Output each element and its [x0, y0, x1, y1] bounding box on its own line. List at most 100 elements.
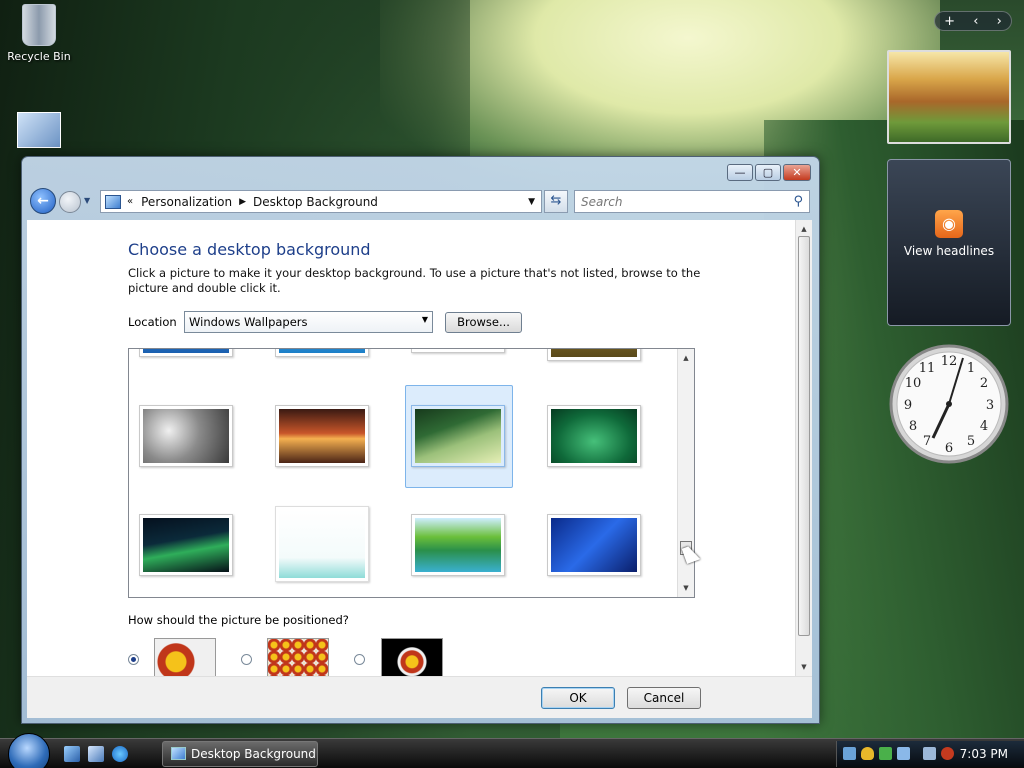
- taskbar: Desktop Background 7:03 PM: [0, 733, 1024, 768]
- recycle-bin-label: Recycle Bin: [7, 50, 71, 63]
- svg-text:1: 1: [967, 361, 975, 376]
- radio-fit-to-screen[interactable]: [128, 654, 139, 665]
- program-shortcut-icon: [17, 112, 61, 148]
- feed-headlines-gadget[interactable]: ◉ View headlines: [887, 159, 1011, 326]
- breadcrumb-desktop-background[interactable]: Desktop Background: [253, 195, 378, 209]
- tray-app-icon[interactable]: [897, 747, 910, 760]
- location-value: Windows Wallpapers: [189, 315, 308, 329]
- show-desktop-icon[interactable]: [64, 746, 80, 762]
- svg-text:10: 10: [905, 376, 922, 391]
- page-description: Click a picture to make it your desktop …: [128, 266, 701, 295]
- svg-text:2: 2: [980, 376, 988, 391]
- chevron-down-icon: ▼: [421, 315, 428, 324]
- recent-pages-dropdown[interactable]: ▼: [84, 196, 90, 205]
- svg-text:6: 6: [945, 441, 953, 456]
- slideshow-gadget[interactable]: [887, 50, 1011, 144]
- search-icon[interactable]: ⚲: [793, 194, 803, 209]
- navigation-bar: ← ▼ « Personalization ▶ Desktop Backgrou…: [28, 187, 814, 215]
- tray-clock[interactable]: 7:03 PM: [960, 747, 1008, 761]
- search-placeholder: Search: [581, 195, 623, 209]
- position-center-preview[interactable]: [381, 638, 443, 676]
- content-scrollbar[interactable]: ▲ ▼: [795, 220, 812, 676]
- scroll-up-icon[interactable]: ▲: [680, 351, 692, 365]
- position-question: How should the picture be positioned?: [128, 613, 349, 627]
- rss-icon: ◉: [935, 210, 963, 238]
- recycle-bin-icon: [22, 4, 56, 46]
- wallpaper-thumb[interactable]: [411, 514, 505, 576]
- title-buttons: — ▢ ✕: [727, 164, 811, 181]
- svg-text:8: 8: [909, 419, 917, 434]
- sidebar-controls[interactable]: + ‹ ›: [934, 11, 1012, 31]
- scroll-down-icon[interactable]: ▼: [680, 581, 692, 595]
- taskbar-button-desktop-background[interactable]: Desktop Background: [162, 741, 318, 767]
- control-panel-icon: [171, 747, 186, 760]
- wallpaper-thumb[interactable]: [139, 514, 233, 576]
- search-input[interactable]: Search ⚲: [574, 190, 810, 213]
- maximize-button[interactable]: ▢: [755, 164, 781, 181]
- wallpaper-thumb[interactable]: [275, 405, 369, 467]
- cancel-button[interactable]: Cancel: [627, 687, 701, 709]
- sidebar-next-button[interactable]: ›: [997, 14, 1002, 29]
- address-bar[interactable]: « Personalization ▶ Desktop Background ▼: [100, 190, 542, 213]
- back-icon: ←: [37, 193, 49, 209]
- back-button[interactable]: ←: [30, 188, 56, 214]
- svg-text:11: 11: [919, 361, 936, 376]
- ie-icon[interactable]: [112, 746, 128, 762]
- wallpaper-thumb[interactable]: [139, 349, 233, 357]
- page-title: Choose a desktop background: [128, 240, 371, 259]
- feed-label: View headlines: [903, 244, 995, 258]
- windows-update-icon[interactable]: [879, 747, 892, 760]
- wallpaper-thumb-selected[interactable]: [411, 405, 505, 467]
- switch-windows-icon[interactable]: [88, 746, 104, 762]
- breadcrumb-personalization[interactable]: Personalization: [141, 195, 232, 209]
- address-dropdown-icon[interactable]: ▼: [528, 197, 535, 207]
- wallpaper-grid[interactable]: ▲ ▼: [128, 348, 695, 598]
- security-shield-icon[interactable]: [861, 747, 874, 760]
- svg-text:9: 9: [904, 398, 912, 413]
- forward-button[interactable]: [59, 191, 81, 213]
- content-pane: Choose a desktop background Click a pict…: [27, 220, 795, 676]
- wallpaper-thumb[interactable]: [547, 514, 641, 576]
- wallpaper-thumb[interactable]: [411, 349, 505, 353]
- svg-text:5: 5: [967, 434, 975, 449]
- desktop-icon-program[interactable]: [4, 112, 74, 148]
- svg-text:12: 12: [941, 354, 958, 369]
- refresh-icon: ⇆: [550, 193, 562, 208]
- system-tray: 7:03 PM: [836, 741, 1024, 767]
- clock-gadget[interactable]: 12 12 345 678 91011: [887, 342, 1011, 466]
- ok-button[interactable]: OK: [541, 687, 615, 709]
- desktop-background-window[interactable]: — ▢ ✕ ← ▼ « Personalization ▶ Desktop Ba…: [21, 156, 820, 724]
- breadcrumb-separator-icon[interactable]: ▶: [239, 197, 246, 207]
- close-button[interactable]: ✕: [783, 164, 811, 181]
- browse-button[interactable]: Browse...: [445, 312, 522, 333]
- sidebar-prev-button[interactable]: ‹: [973, 14, 978, 29]
- network-tray-icon[interactable]: [843, 747, 856, 760]
- sidebar-add-button[interactable]: +: [944, 14, 955, 29]
- location-select[interactable]: Windows Wallpapers ▼: [184, 311, 433, 333]
- radio-tile[interactable]: [241, 654, 252, 665]
- location-label: Location: [128, 315, 177, 329]
- network-status-icon[interactable]: [923, 747, 936, 760]
- wallpaper-thumb[interactable]: [139, 405, 233, 467]
- taskbar-button-label: Desktop Background: [191, 747, 316, 761]
- wallpaper-thumb[interactable]: [547, 405, 641, 467]
- position-fit-preview[interactable]: [154, 638, 216, 676]
- breadcrumb-overflow[interactable]: «: [127, 196, 133, 207]
- wallpaper-thumb[interactable]: [547, 349, 641, 361]
- scrollbar-thumb[interactable]: [798, 236, 810, 636]
- desktop-icon-recycle-bin[interactable]: Recycle Bin: [4, 4, 74, 63]
- dialog-footer: OK Cancel: [27, 676, 812, 718]
- svg-text:3: 3: [986, 398, 994, 413]
- scroll-down-icon[interactable]: ▼: [798, 660, 810, 674]
- svg-text:4: 4: [980, 419, 988, 434]
- scroll-up-icon[interactable]: ▲: [798, 222, 810, 236]
- refresh-button[interactable]: ⇆: [544, 190, 568, 213]
- svg-text:7: 7: [923, 434, 931, 449]
- position-tile-preview[interactable]: [267, 638, 329, 676]
- volume-muted-icon[interactable]: [941, 747, 954, 760]
- radio-center[interactable]: [354, 654, 365, 665]
- minimize-button[interactable]: —: [727, 164, 753, 181]
- start-orb-icon[interactable]: [8, 733, 50, 768]
- wallpaper-thumb[interactable]: [275, 506, 369, 582]
- wallpaper-thumb[interactable]: [275, 349, 369, 357]
